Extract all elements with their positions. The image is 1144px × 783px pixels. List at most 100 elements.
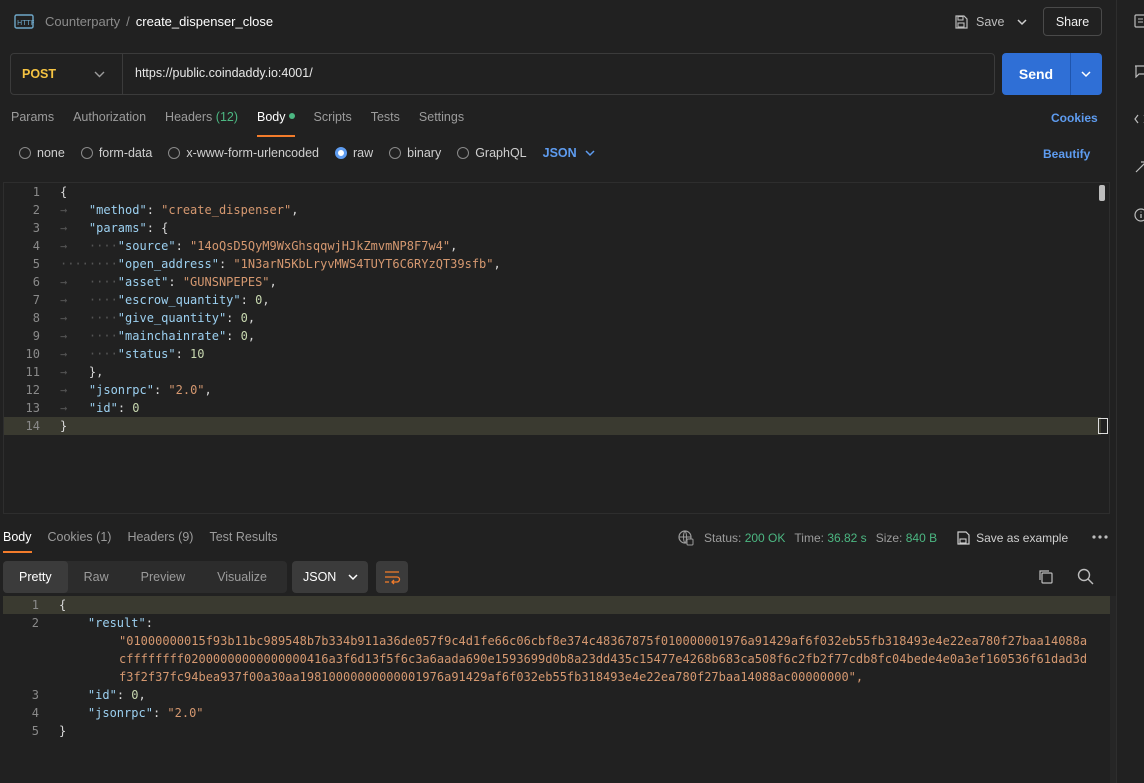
radio-none[interactable]: none: [19, 146, 65, 160]
size-value: 840 B: [905, 531, 938, 545]
url-input[interactable]: https://public.coindaddy.io:4001/: [135, 66, 313, 80]
json-value: 0: [131, 688, 139, 702]
view-pretty[interactable]: Pretty: [3, 561, 68, 593]
radio-label: binary: [407, 146, 442, 160]
response-tab-cookies[interactable]: Cookies (1): [48, 530, 112, 544]
tab-tests[interactable]: Tests: [371, 110, 400, 130]
request-title[interactable]: create_dispenser_close: [136, 14, 273, 29]
beautify-button[interactable]: Beautify: [1043, 147, 1090, 161]
json-value: "2.0": [167, 706, 204, 720]
editor-line: 11 → },: [4, 363, 1101, 381]
response-tab-test-results[interactable]: Test Results: [209, 530, 277, 544]
response-scrollbar[interactable]: [1110, 596, 1116, 783]
radio-label: GraphQL: [475, 146, 527, 160]
tab-settings[interactable]: Settings: [419, 110, 464, 130]
send-button[interactable]: Send: [1002, 53, 1070, 95]
http-request-icon: HTTP: [14, 14, 34, 29]
response-body-viewer[interactable]: 1{ 2 "result": "01000000015f93b11bc98954…: [3, 596, 1110, 746]
text-cursor: [1098, 418, 1108, 434]
radio-form-data[interactable]: form-data: [80, 146, 152, 160]
language-select[interactable]: JSON: [543, 146, 595, 160]
response-line: 1{: [3, 596, 1110, 614]
save-icon: [957, 531, 970, 545]
json-value: "2.0": [168, 383, 205, 397]
info-icon[interactable]: [1134, 208, 1144, 222]
url-bar: POST https://public.coindaddy.io:4001/: [10, 53, 995, 95]
response-headers-count: (9): [178, 530, 194, 544]
search-icon[interactable]: [1077, 568, 1094, 585]
editor-line: 3 → "params": {: [4, 219, 1101, 237]
chevron-down-icon[interactable]: [1015, 14, 1029, 30]
line-number: 3: [32, 221, 40, 235]
line-number: 5: [32, 257, 40, 271]
status-label: Status:: [704, 531, 742, 545]
view-raw[interactable]: Raw: [68, 561, 125, 593]
radio-label: raw: [353, 146, 374, 160]
send-divider: [1070, 53, 1071, 95]
request-body-editor[interactable]: 1{ 2 → "method": "create_dispenser", 3 → "…: [3, 182, 1110, 514]
json-value-result: "01000000015f93b11bc989548b7b334b911a36d…: [119, 634, 1088, 684]
chevron-down-icon[interactable]: [1080, 69, 1092, 79]
editor-scrollbar[interactable]: [1099, 185, 1105, 201]
save-as-example-label: Save as example: [976, 531, 1069, 545]
response-tab-headers-label: Headers: [127, 530, 175, 544]
documentation-icon[interactable]: [1134, 14, 1144, 28]
radio-binary[interactable]: binary: [389, 146, 441, 160]
line-number: 13: [25, 401, 40, 415]
breadcrumb-collection[interactable]: Counterparty: [45, 14, 120, 29]
radio-urlencoded[interactable]: x-www-form-urlencoded: [168, 146, 319, 160]
response-tab-body[interactable]: Body: [3, 530, 32, 553]
tab-scripts[interactable]: Scripts: [314, 110, 352, 130]
network-icon[interactable]: [678, 530, 694, 546]
tab-body[interactable]: Body: [257, 110, 295, 137]
save-label: Save: [976, 15, 1005, 29]
json-key: "jsonrpc": [88, 383, 154, 397]
size-label: Size:: [875, 531, 903, 545]
share-button[interactable]: Share: [1043, 7, 1102, 36]
json-key: "jsonrpc": [87, 706, 153, 720]
json-key: "open_address": [117, 257, 219, 271]
json-value: "1N3arN5KbLryvMWS4TUYT6C6RYzQT39sfb": [233, 257, 494, 271]
code-text: {: [59, 598, 67, 612]
breadcrumb: Counterparty / create_dispenser_close: [45, 14, 273, 29]
json-value: 0: [240, 311, 248, 325]
related-icon[interactable]: [1134, 160, 1144, 174]
view-visualize[interactable]: Visualize: [201, 561, 283, 593]
svg-text:HTTP: HTTP: [17, 19, 34, 27]
response-format-select[interactable]: JSON: [292, 561, 368, 593]
save-as-example-button[interactable]: Save as example: [956, 531, 1068, 545]
json-value: 0: [255, 293, 263, 307]
code-text: → "jsonrpc": "2.0",: [60, 383, 212, 397]
modified-dot: [288, 113, 295, 119]
code-text: → ····"asset": "GUNSNPEPES",: [60, 275, 277, 289]
cookies-link[interactable]: Cookies: [1051, 111, 1098, 125]
save-button[interactable]: Save: [954, 10, 1005, 34]
radio-circle: [19, 147, 31, 159]
size-indicator[interactable]: Size: 840 B: [876, 531, 937, 545]
tab-params[interactable]: Params: [11, 110, 54, 130]
line-number: 8: [32, 311, 40, 325]
tab-headers[interactable]: Headers (12): [165, 110, 238, 130]
wrap-lines-button[interactable]: [376, 561, 408, 593]
json-key: "result": [87, 616, 146, 630]
comments-icon[interactable]: [1134, 64, 1144, 78]
code-text: → ····"escrow_quantity": 0,: [60, 293, 270, 307]
chevron-down-icon: [585, 150, 595, 157]
code-icon[interactable]: [1134, 112, 1144, 126]
response-line: 2 "result":: [3, 614, 1110, 632]
json-key: "source": [117, 239, 176, 253]
code-text: → },: [60, 365, 104, 379]
response-tab-headers[interactable]: Headers (9): [127, 530, 193, 544]
view-preview[interactable]: Preview: [125, 561, 201, 593]
radio-graphql[interactable]: GraphQL: [457, 146, 527, 160]
time-indicator[interactable]: Time: 36.82 s: [794, 531, 866, 545]
response-cookies-count: (1): [96, 530, 112, 544]
status-indicator[interactable]: Status: 200 OK: [704, 531, 785, 545]
method-select[interactable]: POST: [11, 54, 123, 94]
line-number: 5: [31, 724, 39, 738]
radio-raw[interactable]: raw: [335, 146, 373, 160]
more-options-icon[interactable]: [1092, 535, 1108, 539]
copy-icon[interactable]: [1038, 569, 1054, 585]
line-number: 10: [25, 347, 40, 361]
tab-authorization[interactable]: Authorization: [73, 110, 146, 130]
